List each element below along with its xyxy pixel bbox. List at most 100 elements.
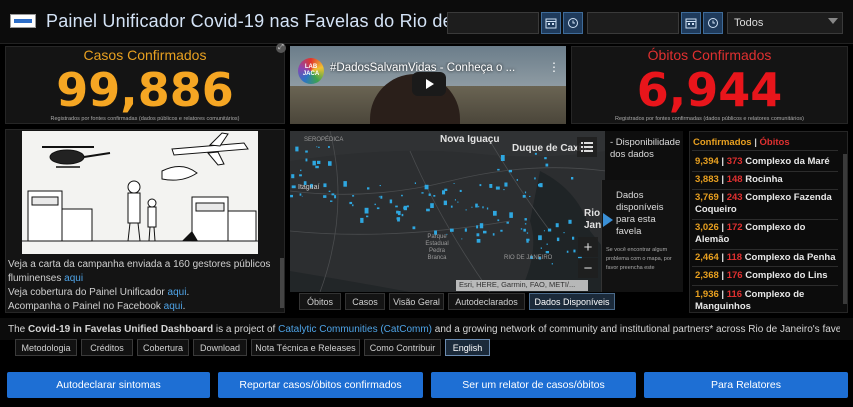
tab-download[interactable]: Download bbox=[193, 339, 247, 356]
favela-map-point[interactable] bbox=[526, 240, 529, 243]
favela-map-point[interactable] bbox=[401, 194, 403, 197]
favela-map-point[interactable] bbox=[500, 229, 503, 232]
tab-dados-disponiveis[interactable]: Dados Disponíveis bbox=[529, 293, 615, 310]
favela-map[interactable]: Nova Iguaçu Duque de Caxias Rio Jane Ita… bbox=[290, 131, 606, 292]
favela-map-point[interactable] bbox=[299, 174, 302, 177]
favela-map-point[interactable] bbox=[476, 239, 481, 243]
tab-autodeclarados[interactable]: Autodeclarados bbox=[448, 293, 525, 310]
favela-map-point[interactable] bbox=[529, 195, 531, 197]
favela-map-point[interactable] bbox=[483, 230, 487, 234]
chevron-down-icon[interactable] bbox=[828, 18, 838, 24]
favela-map-point[interactable] bbox=[349, 201, 353, 205]
favela-map-point[interactable] bbox=[389, 199, 393, 204]
favela-map-point[interactable] bbox=[489, 186, 493, 188]
ranking-item[interactable]: 2,464 | 118 Complexo da Penha bbox=[695, 252, 840, 264]
favela-map-point[interactable] bbox=[563, 232, 565, 234]
tab-creditos[interactable]: Créditos bbox=[81, 339, 133, 356]
favela-map-point[interactable] bbox=[331, 193, 335, 196]
favela-map-point[interactable] bbox=[476, 225, 479, 229]
favela-map-point[interactable] bbox=[539, 183, 543, 188]
ranking-item[interactable]: 2,368 | 176 Complexo do Lins bbox=[695, 270, 840, 282]
favela-map-point[interactable] bbox=[444, 188, 448, 191]
clock-icon[interactable] bbox=[563, 12, 583, 34]
favela-map-point[interactable] bbox=[457, 201, 459, 203]
favela-map-point[interactable] bbox=[366, 215, 369, 218]
favela-map-point[interactable] bbox=[479, 223, 484, 229]
favela-map-point[interactable] bbox=[334, 195, 337, 199]
favela-map-point[interactable] bbox=[330, 200, 333, 202]
favela-map-point[interactable] bbox=[497, 219, 500, 222]
tab-obitos[interactable]: Óbitos bbox=[299, 293, 341, 310]
ranking-item[interactable]: 9,394 | 373 Complexo da Maré bbox=[695, 156, 840, 168]
zoom-out-button[interactable]: − bbox=[578, 258, 598, 278]
favela-map-point[interactable] bbox=[406, 205, 409, 208]
tab-como-contribuir[interactable]: Como Contribuir bbox=[364, 339, 441, 356]
favela-map-point[interactable] bbox=[364, 207, 369, 214]
favela-map-point[interactable] bbox=[300, 169, 302, 172]
favela-map-point[interactable] bbox=[453, 183, 455, 184]
report-confirmed-cases-button[interactable]: Reportar casos/óbitos confirmados bbox=[218, 372, 423, 398]
favela-map-point[interactable] bbox=[538, 235, 542, 241]
tab-english[interactable]: English bbox=[445, 339, 490, 356]
favela-map-point[interactable] bbox=[544, 157, 547, 160]
favela-map-point[interactable] bbox=[471, 206, 473, 208]
become-reporter-button[interactable]: Ser um relator de casos/óbitos bbox=[431, 372, 636, 398]
tab-metodologia[interactable]: Metodologia bbox=[15, 339, 77, 356]
favela-map-point[interactable] bbox=[500, 155, 505, 161]
favela-map-point[interactable] bbox=[545, 163, 549, 167]
end-date-input[interactable] bbox=[587, 12, 679, 34]
favela-map-point[interactable] bbox=[540, 247, 542, 249]
favela-map-point[interactable] bbox=[465, 209, 467, 211]
favela-map-point[interactable] bbox=[524, 191, 527, 194]
favela-map-point[interactable] bbox=[305, 158, 308, 162]
favela-map-point[interactable] bbox=[312, 160, 316, 166]
facebook-link[interactable]: aqui bbox=[164, 301, 183, 312]
favela-map-point[interactable] bbox=[315, 165, 319, 169]
layer-list-icon[interactable] bbox=[577, 137, 597, 157]
tab-nota-tecnica[interactable]: Nota Técnica e Releases bbox=[251, 339, 360, 356]
favela-map-point[interactable] bbox=[328, 190, 331, 192]
favela-map-point[interactable] bbox=[546, 243, 548, 246]
channel-logo[interactable]: LAB JACA bbox=[298, 58, 324, 84]
favela-map-point[interactable] bbox=[433, 195, 436, 197]
favela-map-point[interactable] bbox=[367, 187, 370, 190]
favela-map-point[interactable] bbox=[526, 232, 529, 234]
favela-map-point[interactable] bbox=[566, 250, 569, 253]
zoom-in-button[interactable]: + bbox=[578, 237, 598, 257]
favela-map-point[interactable] bbox=[323, 183, 327, 188]
favela-map-point[interactable] bbox=[291, 185, 296, 189]
favela-map-point[interactable] bbox=[378, 196, 381, 198]
favela-map-point[interactable] bbox=[547, 228, 552, 232]
ranking-scrollbar[interactable] bbox=[843, 154, 847, 304]
favela-map-point[interactable] bbox=[556, 237, 560, 242]
catcomm-link[interactable]: Catalytic Communities (CatComm) bbox=[278, 324, 432, 335]
favela-map-point[interactable] bbox=[290, 194, 293, 198]
favela-map-point[interactable] bbox=[475, 203, 478, 208]
favela-map-point[interactable] bbox=[397, 211, 401, 216]
favela-map-point[interactable] bbox=[401, 213, 404, 217]
favela-map-point[interactable] bbox=[520, 228, 523, 230]
more-options-icon[interactable]: ⋮ bbox=[548, 60, 560, 74]
favela-map-point[interactable] bbox=[323, 195, 327, 198]
play-button[interactable] bbox=[412, 72, 446, 96]
favela-map-point[interactable] bbox=[450, 228, 454, 232]
favela-map-point[interactable] bbox=[571, 177, 574, 180]
for-reporters-button[interactable]: Para Relatores bbox=[644, 372, 848, 398]
tab-visao-geral[interactable]: Visão Geral bbox=[389, 293, 444, 310]
calendar-icon[interactable] bbox=[681, 12, 701, 34]
favela-map-point[interactable] bbox=[328, 161, 332, 166]
self-report-symptoms-button[interactable]: Autodeclarar sintomas bbox=[7, 372, 210, 398]
favela-map-point[interactable] bbox=[301, 195, 303, 197]
favela-map-point[interactable] bbox=[295, 146, 299, 152]
ranking-item[interactable]: 3,769 | 243 Complexo Fazenda Coqueiro bbox=[695, 192, 840, 216]
favela-map-point[interactable] bbox=[443, 200, 447, 206]
favela-map-point[interactable] bbox=[403, 205, 407, 211]
tab-cobertura[interactable]: Cobertura bbox=[137, 339, 189, 356]
favela-map-point[interactable] bbox=[534, 177, 536, 180]
favela-map-point[interactable] bbox=[360, 217, 364, 223]
favela-map-point[interactable] bbox=[412, 226, 416, 230]
favela-map-point[interactable] bbox=[374, 203, 376, 206]
favela-map-point[interactable] bbox=[545, 251, 549, 254]
favela-map-point[interactable] bbox=[506, 221, 509, 224]
ranking-item[interactable]: 3,883 | 148 Rocinha bbox=[695, 174, 840, 186]
